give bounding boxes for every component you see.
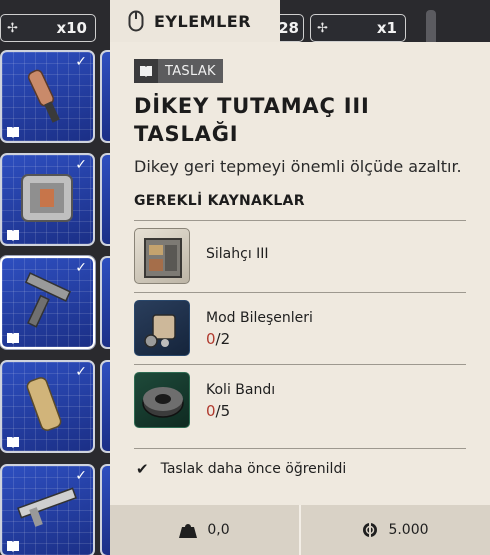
resource-thumb	[134, 300, 190, 356]
mod-components-icon	[144, 314, 176, 348]
weight-icon	[179, 524, 198, 538]
badge-label: TASLAK	[158, 59, 223, 83]
mouse-icon	[128, 10, 144, 32]
inventory-slot[interactable]: ✢ x1	[310, 14, 406, 42]
item-icon: ✢	[317, 20, 328, 36]
inventory-slot-blueprint-selected[interactable]: ✓	[0, 256, 95, 349]
stack-count: x1	[376, 19, 397, 37]
check-icon: ✔	[136, 460, 149, 478]
item-icon	[27, 69, 60, 123]
scrollbar-thumb[interactable]	[426, 10, 436, 46]
price-value: 5.000	[388, 522, 429, 538]
requirements-header: GEREKLİ KAYNAKLAR	[134, 193, 305, 209]
inventory-slot[interactable]	[100, 256, 110, 349]
book-icon	[7, 127, 19, 138]
inventory-slot-blueprint[interactable]: ✓	[0, 50, 95, 143]
item-description: Dikey geri tepmeyi önemli ölçüde azaltır…	[134, 157, 462, 176]
resource-name: Mod Bileşenleri	[206, 310, 313, 326]
item-icon	[24, 272, 72, 328]
workbench-icon	[144, 238, 182, 278]
resource-have: 0	[206, 402, 216, 420]
resource-count: 0/2	[206, 330, 230, 348]
learned-status: ✔ Taslak daha önce öğrenildi	[136, 460, 346, 478]
coin-icon	[363, 523, 378, 537]
inventory-slot[interactable]: ✢ x10	[0, 14, 96, 42]
item-title: DİKEY TUTAMAÇ III TASLAĞI	[134, 92, 464, 148]
inventory-slot-blueprint[interactable]: ✓	[0, 153, 95, 246]
resource-have: 0	[206, 330, 216, 348]
resource-thumb	[134, 372, 190, 428]
item-title-line1: DİKEY TUTAMAÇ III	[134, 94, 370, 118]
item-title-line2: TASLAĞI	[134, 122, 239, 146]
inventory-slot[interactable]	[100, 360, 110, 453]
item-icon	[26, 377, 62, 431]
stack-count: x10	[56, 19, 87, 37]
divider	[134, 220, 466, 221]
weight-value: 0,0	[207, 522, 230, 538]
resource-row: Silahçı III	[134, 228, 466, 284]
resource-need: /2	[215, 330, 231, 348]
blueprint-badge: TASLAK	[134, 59, 223, 83]
inventory-slot[interactable]	[100, 464, 110, 555]
weight-cell: 0,0	[110, 505, 299, 555]
resource-thumb	[134, 228, 190, 284]
inventory-slot-blueprint[interactable]: ✓	[0, 360, 95, 453]
resource-row: Mod Bileşenleri 0/2	[134, 300, 466, 356]
book-icon	[7, 437, 19, 448]
divider	[134, 292, 466, 293]
item-icon	[21, 174, 73, 222]
inventory-slot[interactable]	[100, 153, 110, 246]
actions-tab[interactable]: EYLEMLER	[110, 0, 280, 42]
actions-label: EYLEMLER	[154, 11, 252, 31]
book-icon	[134, 59, 158, 83]
inventory-slot[interactable]	[100, 50, 110, 143]
item-icon	[17, 487, 77, 527]
resource-count: 0/5	[206, 402, 230, 420]
divider	[134, 448, 466, 449]
book-icon	[7, 541, 19, 552]
resource-need: /5	[215, 402, 231, 420]
resource-name: Silahçı III	[206, 246, 269, 262]
book-icon	[7, 230, 19, 241]
item-icon: ✢	[7, 20, 18, 36]
resource-row: Koli Bandı 0/5	[134, 372, 466, 428]
tooltip-footer: 0,0 5.000	[110, 505, 490, 555]
divider	[134, 364, 466, 365]
resource-name: Koli Bandı	[206, 382, 276, 398]
stack-count: 28	[278, 19, 299, 37]
duct-tape-icon	[142, 387, 184, 418]
item-tooltip: TASLAK DİKEY TUTAMAÇ III TASLAĞI Dikey g…	[110, 42, 490, 555]
inventory-slot-blueprint[interactable]: ✓	[0, 464, 95, 555]
learned-text: Taslak daha önce öğrenildi	[160, 461, 347, 477]
book-icon	[7, 333, 19, 344]
price-cell: 5.000	[301, 505, 490, 555]
